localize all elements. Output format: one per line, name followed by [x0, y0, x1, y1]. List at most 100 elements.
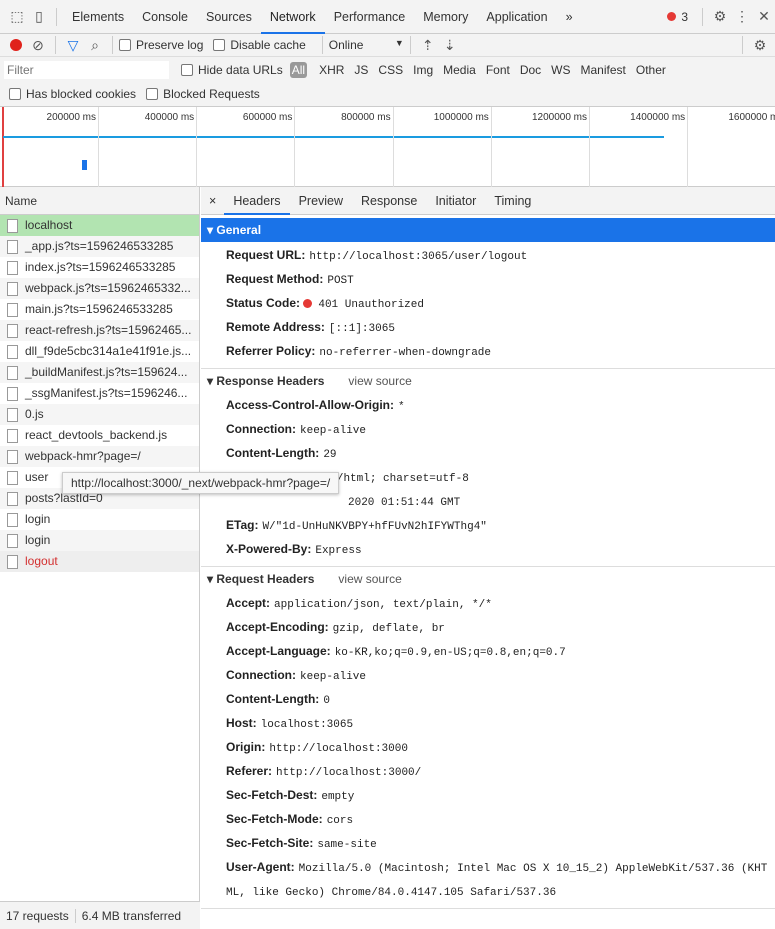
preserve-log-checkbox[interactable]: Preserve log — [119, 38, 203, 52]
filter-type-css[interactable]: CSS — [378, 63, 403, 77]
tab-initiator[interactable]: Initiator — [426, 187, 485, 215]
filter-type-xhr[interactable]: XHR — [319, 63, 344, 77]
header-name: User-Agent: — [226, 860, 295, 874]
request-row[interactable]: login — [0, 530, 199, 551]
tab-timing[interactable]: Timing — [485, 187, 540, 215]
filter-type-other[interactable]: Other — [636, 63, 666, 77]
tab-headers[interactable]: Headers — [224, 187, 290, 215]
inspect-element-icon[interactable]: ⬚ — [6, 6, 28, 28]
tab-performance[interactable]: Performance — [325, 0, 415, 34]
filter-input[interactable] — [4, 61, 169, 79]
request-row[interactable]: index.js?ts=1596246533285 — [0, 257, 199, 278]
tab-response[interactable]: Response — [352, 187, 426, 215]
request-row[interactable]: login — [0, 509, 199, 530]
header-name: Content-Length: — [226, 692, 320, 706]
device-toolbar-icon[interactable]: ▯ — [28, 6, 50, 28]
more-tabs-button[interactable]: » — [557, 0, 582, 34]
tab-elements[interactable]: Elements — [63, 0, 133, 34]
request-row[interactable]: main.js?ts=1596246533285 — [0, 299, 199, 320]
request-row[interactable]: logout — [0, 551, 199, 572]
header-value: 0 — [323, 695, 330, 707]
filter-type-ws[interactable]: WS — [551, 63, 570, 77]
tab-preview[interactable]: Preview — [290, 187, 352, 215]
close-details-button[interactable]: × — [201, 187, 224, 215]
filter-type-manifest[interactable]: Manifest — [581, 63, 626, 77]
header-row: User-Agent: Mozilla/5.0 (Macintosh; Intel… — [201, 856, 775, 904]
tick-label: 1000000 ms — [433, 112, 489, 123]
header-row: Request URL: http://localhost:3065/user/l… — [201, 244, 775, 268]
error-badge[interactable]: 3 — [667, 10, 688, 24]
network-settings-gear-icon[interactable]: ⚙ — [749, 34, 771, 56]
throttling-select[interactable]: Online ▼ — [329, 38, 404, 52]
file-icon — [7, 218, 18, 233]
filter-type-media[interactable]: Media — [443, 63, 476, 77]
view-source-link[interactable]: view source — [348, 374, 411, 388]
response-headers-section-header[interactable]: ▾ Response Headers view source — [201, 368, 775, 392]
filter-type-js[interactable]: JS — [354, 63, 368, 77]
filter-type-doc[interactable]: Doc — [520, 63, 541, 77]
request-list-panel: Name localhost _app.js?ts=1596246533285 in… — [0, 187, 200, 929]
header-value: application/json, text/plain, */* — [274, 599, 492, 611]
request-row[interactable]: _buildManifest.js?ts=159624... — [0, 362, 199, 383]
request-row[interactable]: 0.js — [0, 404, 199, 425]
request-row[interactable]: localhost — [0, 215, 199, 236]
request-name: webpack-hmr?page=/ — [25, 449, 141, 463]
file-icon — [7, 449, 18, 464]
request-row[interactable]: webpack.js?ts=15962465332... — [0, 278, 199, 299]
request-name: _ssgManifest.js?ts=1596246... — [25, 386, 188, 400]
request-row[interactable]: _ssgManifest.js?ts=1596246... — [0, 383, 199, 404]
request-row[interactable]: dll_f9de5cbc314a1e41f91e.js... — [0, 341, 199, 362]
request-row[interactable]: _app.js?ts=1596246533285 — [0, 236, 199, 257]
timeline-marker-red — [2, 107, 4, 187]
import-har-icon[interactable]: ⇡ — [417, 34, 439, 56]
file-icon — [7, 281, 18, 296]
disable-cache-checkbox[interactable]: Disable cache — [213, 38, 306, 52]
search-icon[interactable]: ⌕ — [84, 34, 106, 56]
header-value: empty — [321, 791, 355, 803]
tab-console[interactable]: Console — [133, 0, 197, 34]
tab-sources[interactable]: Sources — [197, 0, 261, 34]
filter-icon[interactable]: ▽ — [62, 34, 84, 56]
request-row[interactable]: webpack-hmr?page=/ — [0, 446, 199, 467]
record-button[interactable] — [5, 34, 27, 56]
header-row: Sec-Fetch-Site: same-site — [201, 832, 775, 856]
request-row[interactable]: react_devtools_backend.js — [0, 425, 199, 446]
file-icon — [7, 512, 18, 527]
settings-gear-icon[interactable]: ⚙ — [709, 6, 731, 28]
clear-icon[interactable]: ⊘ — [27, 34, 49, 56]
header-value: POST — [327, 275, 354, 287]
request-headers-section-header[interactable]: ▾ Request Headers view source — [201, 566, 775, 590]
timeline-tick: 600000 ms — [243, 107, 296, 187]
header-name: Sec-Fetch-Mode: — [226, 812, 323, 826]
header-value: Mozilla/5.0 (Macintosh; Intel Mac OS X 1… — [226, 863, 768, 899]
error-icon — [667, 12, 677, 21]
export-har-icon[interactable]: ⇣ — [439, 34, 461, 56]
header-name: Host: — [226, 716, 257, 730]
header-name: Connection: — [226, 422, 296, 436]
header-name: Referer: — [226, 764, 273, 778]
header-value: Express — [315, 545, 362, 557]
filter-type-font[interactable]: Font — [486, 63, 510, 77]
tab-network[interactable]: Network — [260, 0, 325, 34]
overview-timeline[interactable]: 200000 ms 400000 ms 600000 ms 800000 ms 1000… — [0, 107, 775, 187]
more-options-icon[interactable]: ⋮ — [731, 6, 753, 28]
header-value: gzip, deflate, br — [332, 623, 445, 635]
divider — [702, 7, 703, 26]
view-source-link[interactable]: view source — [338, 572, 401, 586]
header-row: Content-Length: 29 — [201, 442, 775, 466]
tick-label: 600000 ms — [242, 112, 293, 123]
header-name: Accept-Language: — [226, 644, 331, 658]
tab-memory[interactable]: Memory — [414, 0, 477, 34]
has-blocked-cookies-checkbox[interactable]: Has blocked cookies — [9, 87, 136, 101]
tab-application[interactable]: Application — [477, 0, 556, 34]
hide-data-urls-checkbox[interactable]: Hide data URLs — [181, 63, 283, 77]
file-icon — [7, 386, 18, 401]
request-name: login — [25, 512, 51, 526]
request-row[interactable]: react-refresh.js?ts=15962465... — [0, 320, 199, 341]
filter-type-all[interactable]: All — [289, 62, 308, 78]
name-column-header[interactable]: Name — [0, 187, 199, 215]
filter-type-img[interactable]: Img — [413, 63, 433, 77]
close-icon[interactable]: ✕ — [753, 6, 775, 28]
blocked-requests-checkbox[interactable]: Blocked Requests — [146, 87, 260, 101]
general-section-header[interactable]: ▾ General — [201, 218, 775, 242]
